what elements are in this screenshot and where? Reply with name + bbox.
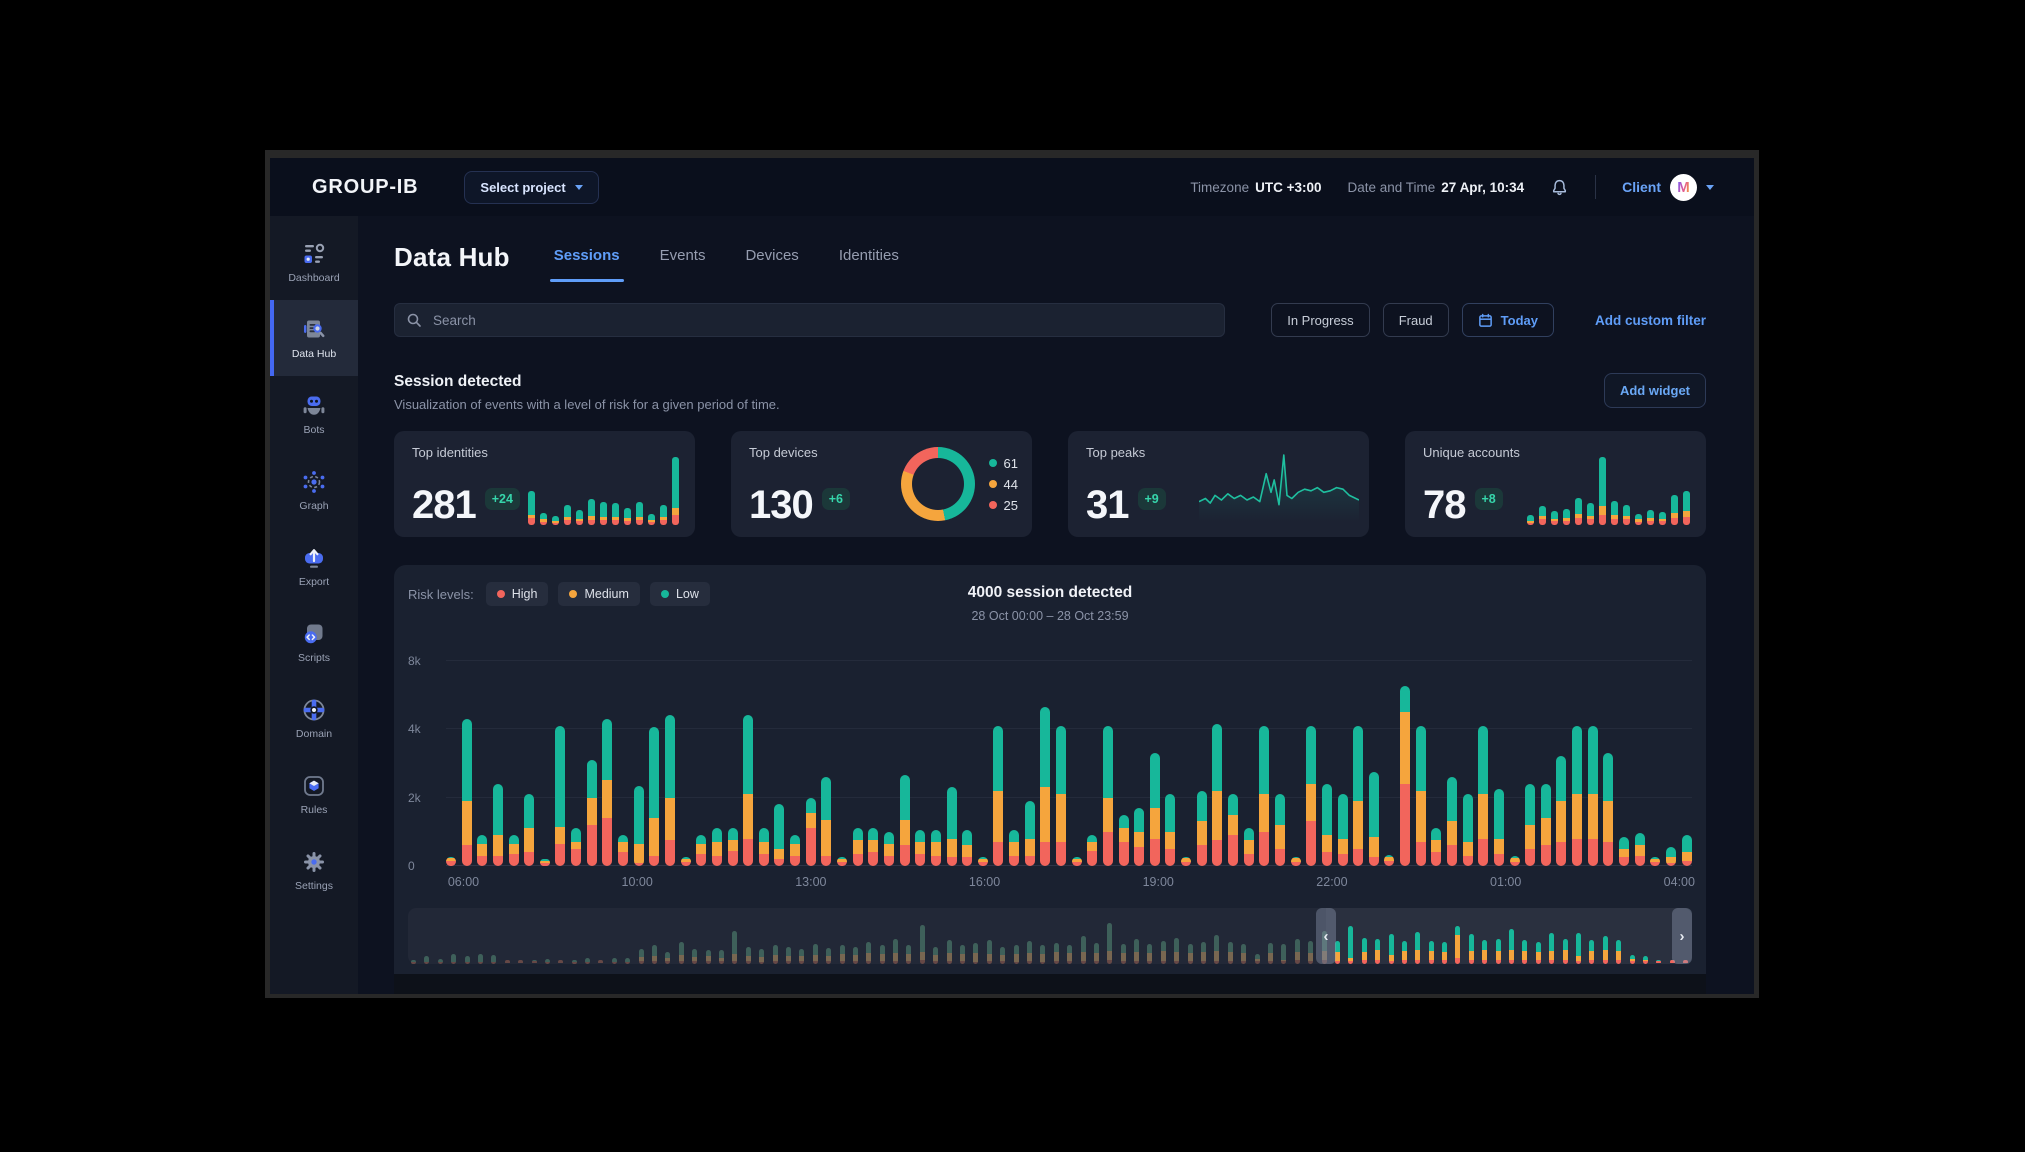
sidebar-item-dashboard[interactable]: Dashboard xyxy=(270,224,358,300)
sessions-chart-bars[interactable] xyxy=(446,646,1692,866)
top-identities-value: 281 xyxy=(412,485,476,525)
sidebar-item-export[interactable]: Export xyxy=(270,528,358,604)
dashboard-icon xyxy=(301,241,327,267)
top-devices-value: 130 xyxy=(749,485,813,525)
tab-sessions[interactable]: Sessions xyxy=(554,247,620,268)
client-menu[interactable]: Client M xyxy=(1622,174,1714,201)
main-content: Data Hub Sessions Events Devices Identit… xyxy=(358,216,1754,994)
app-window: GROUP-IB Select project TimezoneUTC +3:0… xyxy=(265,150,1759,998)
risk-levels-label: Risk levels: xyxy=(408,587,474,602)
card-top-devices: Top devices 130 +6 61 44 25 xyxy=(731,431,1032,537)
export-icon xyxy=(301,545,327,571)
tab-events[interactable]: Events xyxy=(660,247,706,268)
page-title: Data Hub xyxy=(394,242,510,273)
top-peaks-sparkline xyxy=(1199,446,1359,527)
sidebar-item-bots[interactable]: Bots xyxy=(270,376,358,452)
top-identities-mini-chart xyxy=(528,453,679,525)
risk-chip-medium[interactable]: Medium xyxy=(558,582,639,606)
graph-icon xyxy=(301,469,327,495)
tab-identities[interactable]: Identities xyxy=(839,247,899,268)
data-hub-icon xyxy=(301,317,327,343)
card-top-identities: Top identities 281 +24 xyxy=(394,431,695,537)
filter-chip-in-progress[interactable]: In Progress xyxy=(1271,303,1369,337)
sidebar: Dashboard Data Hub Bo xyxy=(270,216,358,994)
tabs: Sessions Events Devices Identities xyxy=(554,247,899,268)
top-peaks-delta: +9 xyxy=(1138,488,1166,510)
sidebar-item-data-hub[interactable]: Data Hub xyxy=(270,300,358,376)
unique-accounts-delta: +8 xyxy=(1475,488,1503,510)
sidebar-item-settings[interactable]: Settings xyxy=(270,832,358,908)
y-axis: 8k 4k 2k 0 xyxy=(408,646,446,866)
select-project-label: Select project xyxy=(480,180,565,195)
sessions-chart-plot xyxy=(446,646,1692,866)
timeline-overview[interactable]: ‹ › xyxy=(408,908,1692,964)
x-axis: 06:0010:0013:0016:0019:0022:0001:0004:00 xyxy=(446,866,1692,894)
client-label: Client xyxy=(1622,179,1661,195)
brush-handle-left[interactable]: ‹ xyxy=(1316,908,1336,964)
top-header: GROUP-IB Select project TimezoneUTC +3:0… xyxy=(270,158,1754,216)
add-custom-filter-link[interactable]: Add custom filter xyxy=(1595,313,1706,328)
timezone-value: UTC +3:00 xyxy=(1255,180,1321,195)
datetime-value: 27 Apr, 10:34 xyxy=(1441,180,1524,195)
panel-bottom-strip xyxy=(394,974,1706,994)
top-peaks-value: 31 xyxy=(1086,485,1129,525)
top-devices-donut-chart xyxy=(901,447,975,521)
brush-handle-right[interactable]: › xyxy=(1672,908,1692,964)
chart-period: 28 Oct 00:00 – 28 Oct 23:59 xyxy=(968,609,1133,623)
groupib-logo: GROUP-IB xyxy=(312,176,418,199)
filter-chip-fraud[interactable]: Fraud xyxy=(1383,303,1449,337)
add-widget-button[interactable]: Add widget xyxy=(1604,373,1706,408)
chevron-down-icon xyxy=(1706,185,1714,190)
unique-accounts-mini-chart xyxy=(1527,453,1690,525)
search-input[interactable] xyxy=(394,303,1225,337)
card-unique-accounts: Unique accounts 78 +8 xyxy=(1405,431,1706,537)
settings-icon xyxy=(301,849,327,875)
risk-chip-high[interactable]: High xyxy=(486,582,549,606)
search-icon xyxy=(406,312,422,333)
sidebar-item-graph[interactable]: Graph xyxy=(270,452,358,528)
unique-accounts-value: 78 xyxy=(1423,485,1466,525)
top-devices-delta: +6 xyxy=(822,488,850,510)
sidebar-item-domain[interactable]: Domain xyxy=(270,680,358,756)
card-top-peaks: Top peaks 31 +9 xyxy=(1068,431,1369,537)
datetime: Date and Time27 Apr, 10:34 xyxy=(1348,180,1525,195)
select-project-button[interactable]: Select project xyxy=(464,171,598,204)
sidebar-item-scripts[interactable]: Scripts xyxy=(270,604,358,680)
rules-icon xyxy=(301,773,327,799)
avatar: M xyxy=(1670,174,1697,201)
notifications-bell-icon[interactable] xyxy=(1550,178,1569,197)
bots-icon xyxy=(301,393,327,419)
tab-devices[interactable]: Devices xyxy=(745,247,798,268)
donut-legend: 61 44 25 xyxy=(989,456,1018,513)
header-divider xyxy=(1595,175,1596,199)
overview-bars xyxy=(408,908,1692,964)
section-title: Session detected xyxy=(394,373,780,391)
sidebar-item-rules[interactable]: Rules xyxy=(270,756,358,832)
filter-chip-today[interactable]: Today xyxy=(1462,303,1554,337)
sessions-chart-panel: Risk levels: High Medium Low 4000 sessio… xyxy=(394,565,1706,994)
risk-chip-low[interactable]: Low xyxy=(650,582,710,606)
domain-icon xyxy=(301,697,327,723)
calendar-icon xyxy=(1478,313,1493,328)
chevron-down-icon xyxy=(575,185,583,190)
top-identities-delta: +24 xyxy=(485,488,520,510)
section-subtitle: Visualization of events with a level of … xyxy=(394,397,780,412)
chart-title: 4000 session detected xyxy=(968,584,1133,602)
scripts-icon xyxy=(301,621,327,647)
timezone: TimezoneUTC +3:00 xyxy=(1190,180,1321,195)
